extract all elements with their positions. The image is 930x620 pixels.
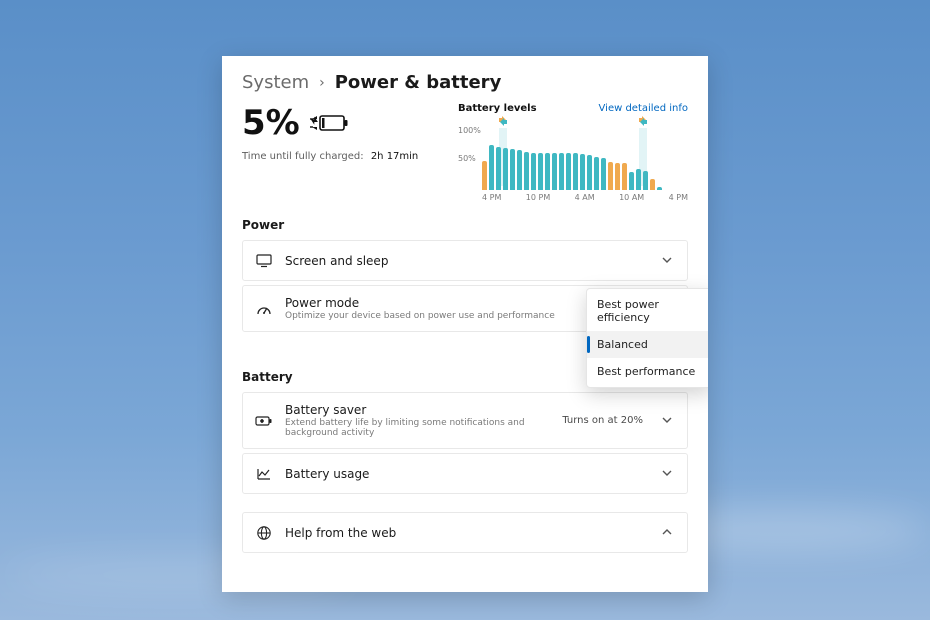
- battery-saver-card[interactable]: Battery saver Extend battery life by lim…: [242, 392, 688, 449]
- power-mode-option[interactable]: Best performance: [587, 358, 708, 385]
- chart-x-tick: 4 PM: [669, 193, 688, 202]
- settings-power-battery-page: System › Power & battery 5%: [222, 56, 708, 592]
- chart-bar: [650, 179, 655, 190]
- chevron-down-icon: [661, 411, 675, 430]
- chart-bar: [601, 158, 606, 190]
- battery-usage-card[interactable]: Battery usage: [242, 453, 688, 494]
- chart-bar: [489, 145, 494, 190]
- chart-bar: [608, 162, 613, 190]
- chevron-right-icon: ›: [319, 75, 325, 91]
- chart-bar: [559, 153, 564, 190]
- chart-bar: [482, 161, 487, 190]
- chart-bar: [531, 153, 536, 190]
- help-from-web-card[interactable]: Help from the web: [242, 512, 688, 553]
- chart-bar: [587, 155, 592, 190]
- chart-bar: [580, 154, 585, 190]
- chart-bar: [552, 153, 557, 190]
- breadcrumb-parent[interactable]: System: [242, 72, 309, 93]
- battery-status: 5% Time until fully charged:: [242, 103, 450, 162]
- charge-time-label: Time until fully charged:: [242, 151, 364, 162]
- chart-bars: [482, 130, 688, 190]
- chart-y-tick: 100%: [458, 126, 481, 135]
- chart-bar: [545, 153, 550, 190]
- chart-bar: [629, 172, 634, 190]
- chart-y-tick: 50%: [458, 154, 476, 163]
- chart-bar: [496, 147, 501, 190]
- chart-bar: [517, 150, 522, 190]
- chevron-up-icon: [661, 523, 675, 542]
- chart-x-tick: 10 AM: [619, 193, 644, 202]
- breadcrumb: System › Power & battery: [242, 72, 688, 93]
- card-title: Help from the web: [285, 526, 649, 540]
- battery-saver-icon: [255, 415, 273, 427]
- card-title: Battery saver: [285, 403, 550, 417]
- section-header-power: Power: [242, 218, 688, 232]
- chart-bar: [636, 169, 641, 190]
- chart-bar: [594, 157, 599, 190]
- chevron-down-icon: [661, 251, 675, 270]
- chart-x-tick: 4 AM: [575, 193, 595, 202]
- chart-charge-markers: [482, 116, 688, 130]
- page-title: Power & battery: [335, 72, 502, 93]
- battery-levels-chart: Battery levels View detailed info 100% 5…: [458, 103, 688, 202]
- power-mode-option[interactable]: Best power efficiency: [587, 291, 708, 331]
- globe-icon: [255, 525, 273, 541]
- screen-icon: [255, 254, 273, 268]
- chart-bar: [622, 163, 627, 190]
- battery-saver-threshold: Turns on at 20%: [562, 415, 643, 426]
- charge-time-value: 2h 17min: [371, 151, 418, 162]
- chart-bar: [566, 153, 571, 190]
- chart-line-icon: [255, 467, 273, 481]
- chart-bar: [573, 153, 578, 190]
- chart-bar: [643, 171, 648, 190]
- card-subtitle: Extend battery life by limiting some not…: [285, 418, 550, 438]
- battery-charging-icon: [310, 113, 350, 133]
- chart-x-axis: 4 PM 10 PM 4 AM 10 AM 4 PM: [482, 193, 688, 202]
- card-title: Screen and sleep: [285, 254, 649, 268]
- chart-bar: [615, 163, 620, 190]
- battery-percent: 5%: [242, 103, 300, 143]
- power-mode-option[interactable]: Balanced: [587, 331, 708, 358]
- chart-title: Battery levels: [458, 103, 537, 114]
- chart-bar: [538, 153, 543, 190]
- chevron-down-icon: [661, 464, 675, 483]
- screen-and-sleep-card[interactable]: Screen and sleep: [242, 240, 688, 281]
- chart-bar: [503, 148, 508, 190]
- gauge-icon: [255, 302, 273, 316]
- chart-x-tick: 10 PM: [526, 193, 550, 202]
- chart-bar: [657, 187, 662, 190]
- card-title: Battery usage: [285, 467, 649, 481]
- chart-x-tick: 4 PM: [482, 193, 501, 202]
- chart-bar: [510, 149, 515, 190]
- chart-bar: [524, 152, 529, 190]
- view-detailed-info-link[interactable]: View detailed info: [599, 103, 688, 114]
- power-mode-dropdown[interactable]: Best power efficiencyBalancedBest perfor…: [586, 288, 708, 388]
